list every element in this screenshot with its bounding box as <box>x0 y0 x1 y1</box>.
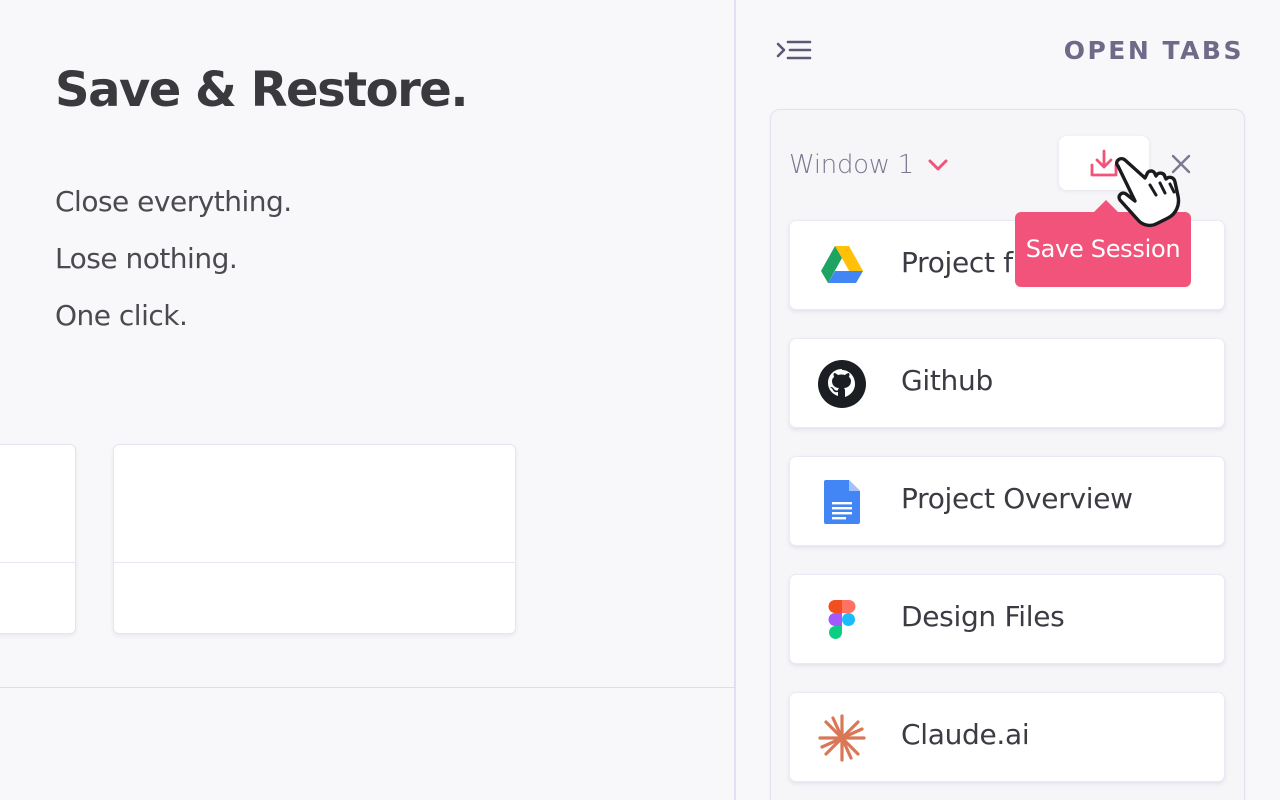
hero-title: Save & Restore. <box>55 62 469 118</box>
hero-line: One click. <box>55 299 188 332</box>
panel-heading: OPEN TABS <box>1063 36 1244 65</box>
tab-item-design-files[interactable]: Design Files <box>789 574 1225 664</box>
chevron-down-icon <box>928 159 948 171</box>
tab-title: Design Files <box>901 600 1065 633</box>
google-docs-icon <box>824 480 860 524</box>
preview-card <box>113 444 516 634</box>
tab-item-claude[interactable]: Claude.ai <box>789 692 1225 782</box>
hero-line: Close everything. <box>55 185 292 218</box>
section-divider <box>0 687 735 688</box>
google-drive-icon <box>821 246 863 283</box>
card-divider <box>0 562 75 563</box>
tab-title: Project Overview <box>901 482 1133 515</box>
claude-icon <box>818 714 866 762</box>
open-tabs-panel: OPEN TABS Window 1 Project files Github … <box>736 0 1280 800</box>
github-icon <box>818 360 866 408</box>
tab-title: Claude.ai <box>901 718 1030 751</box>
preview-card <box>0 444 76 634</box>
hand-pointer-icon <box>1115 157 1181 228</box>
tab-title: Github <box>901 364 993 397</box>
tab-item-github[interactable]: Github <box>789 338 1225 428</box>
figma-icon <box>828 600 856 639</box>
tab-item-project-overview[interactable]: Project Overview <box>789 456 1225 546</box>
collapse-sidebar-button[interactable] <box>776 36 812 66</box>
hero-section: Save & Restore. Close everything. Lose n… <box>0 0 735 800</box>
hero-line: Lose nothing. <box>55 242 238 275</box>
window-expand-toggle[interactable] <box>927 154 949 176</box>
window-name[interactable]: Window 1 <box>789 150 914 180</box>
card-divider <box>114 562 515 563</box>
hero-tagline: Close everything. Lose nothing. One clic… <box>55 182 292 353</box>
collapse-sidebar-icon <box>776 40 812 60</box>
